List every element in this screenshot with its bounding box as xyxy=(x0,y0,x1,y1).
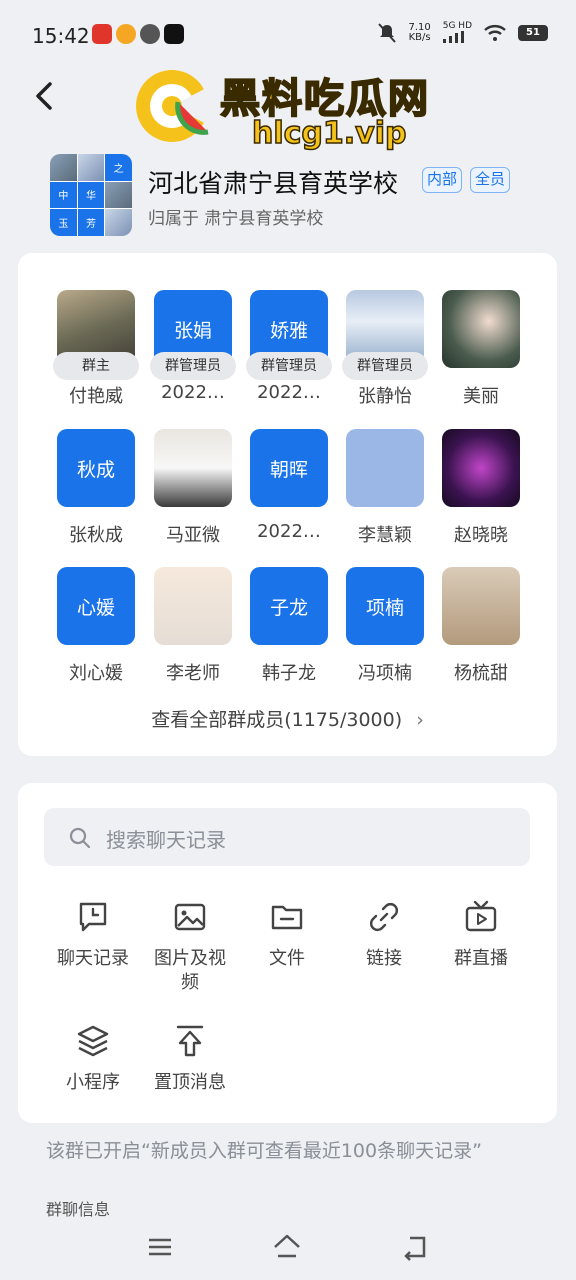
live-tv-icon xyxy=(465,900,497,932)
member-item[interactable]: 美丽 xyxy=(436,290,526,408)
member-role-badge xyxy=(438,629,524,657)
mini-program-icon xyxy=(77,1025,109,1057)
member-name: 2022… xyxy=(257,382,321,403)
member-name: 刘心媛 xyxy=(69,663,123,684)
badge-internal: 内部 xyxy=(422,167,463,193)
group-belong: 归属于 肃宁县育英学校 xyxy=(148,204,323,229)
view-all-members-link[interactable]: 查看全部群成员(1175/3000) › xyxy=(18,705,557,732)
member-name: 韩子龙 xyxy=(262,663,316,684)
member-item[interactable]: 李老师 xyxy=(148,567,238,685)
belong-prefix: 归属于 xyxy=(148,209,199,229)
member-name: 张秋成 xyxy=(69,525,123,546)
member-item[interactable]: 赵晓晓 xyxy=(436,429,526,547)
chevron-right-icon: › xyxy=(416,709,424,731)
member-name: 美丽 xyxy=(463,386,499,407)
member-role-badge xyxy=(53,629,139,657)
menu-icon[interactable] xyxy=(145,1232,175,1262)
tool-images-videos[interactable]: 图片及视频 xyxy=(142,899,238,995)
message-icon xyxy=(140,24,160,44)
member-name: 赵晓晓 xyxy=(454,525,508,546)
signal-icon xyxy=(442,31,464,43)
member-role-badge xyxy=(438,491,524,519)
belong-org: 肃宁县育英学校 xyxy=(204,209,324,229)
member-role-badge: 群主 xyxy=(53,352,139,380)
mute-bell-icon xyxy=(378,22,397,43)
section-title-group-info: 群聊信息 xyxy=(46,1200,111,1219)
weibo-icon xyxy=(116,24,136,44)
status-bar: 15:42 7.10 KB/s 5G HD 51 xyxy=(0,0,576,70)
member-role-badge xyxy=(246,491,332,519)
member-role-badge xyxy=(53,491,139,519)
member-item[interactable]: 秋成 张秋成 xyxy=(51,429,141,547)
back-nav-icon[interactable] xyxy=(400,1232,430,1262)
member-role-badge xyxy=(150,491,236,519)
member-role-badge xyxy=(342,629,428,657)
net-speed-unit: KB/s xyxy=(408,31,431,43)
member-role-badge xyxy=(438,352,524,380)
member-item[interactable]: 群管理员 张静怡 xyxy=(340,290,430,408)
member-name: 李老师 xyxy=(166,663,220,684)
net-speed-value: 7.10 xyxy=(408,21,431,33)
member-name: 2022… xyxy=(257,521,321,542)
member-name: 2022… xyxy=(161,382,225,403)
tool-files[interactable]: 文件 xyxy=(239,899,335,971)
member-role-badge xyxy=(342,491,428,519)
member-item[interactable]: 张娟 群管理员 2022… xyxy=(148,290,238,403)
tiktok-icon xyxy=(164,24,184,44)
network-type: 5G HD xyxy=(442,21,472,31)
tool-pinned-messages[interactable]: 置顶消息 xyxy=(142,1023,238,1095)
wifi-icon xyxy=(484,24,506,41)
tool-group-live[interactable]: 群直播 xyxy=(433,899,529,971)
member-item[interactable]: 李慧颖 xyxy=(340,429,430,547)
member-name: 付艳威 xyxy=(69,386,123,407)
tool-links[interactable]: 链接 xyxy=(336,899,432,971)
member-item[interactable]: 心媛 刘心媛 xyxy=(51,567,141,685)
tool-mini-programs[interactable]: 小程序 xyxy=(45,1023,141,1095)
group-avatar[interactable]: 之 中 华 玉 芳 xyxy=(50,154,132,236)
chat-history-icon xyxy=(79,902,107,932)
link-icon xyxy=(370,903,398,931)
folder-icon xyxy=(271,905,303,930)
search-placeholder: 搜索聊天记录 xyxy=(106,828,226,852)
image-icon xyxy=(174,903,206,931)
netease-music-icon xyxy=(92,24,112,44)
member-item[interactable]: 娇雅 群管理员 2022… xyxy=(244,290,334,403)
member-role-badge xyxy=(246,629,332,657)
member-item[interactable]: 马亚微 xyxy=(148,429,238,547)
member-item[interactable]: 朝晖 2022… xyxy=(244,429,334,542)
group-name: 河北省肃宁县育英学校 xyxy=(148,169,399,198)
member-name: 张静怡 xyxy=(358,386,412,407)
member-name: 马亚微 xyxy=(166,525,220,546)
member-role-badge: 群管理员 xyxy=(342,352,428,380)
member-role-badge: 群管理员 xyxy=(246,352,332,380)
home-icon[interactable] xyxy=(272,1232,302,1262)
search-chat-input[interactable]: 搜索聊天记录 xyxy=(44,808,530,866)
watermark-logo xyxy=(136,70,210,142)
battery-level: 51 xyxy=(518,24,548,41)
status-time: 15:42 xyxy=(32,24,90,48)
member-role-badge: 群管理员 xyxy=(150,352,236,380)
member-item[interactable]: 子龙 韩子龙 xyxy=(244,567,334,685)
system-nav-bar xyxy=(0,1222,576,1272)
pin-top-icon xyxy=(176,1025,204,1057)
members-card: 群主 付艳威 张娟 群管理员 2022… 娇雅 群管理员 2022… 群管理员 张静怡 美丽 秋成 张秋… xyxy=(18,253,557,756)
member-role-badge xyxy=(150,629,236,657)
member-name: 李慧颖 xyxy=(358,525,412,546)
member-name: 冯项楠 xyxy=(358,663,412,684)
member-item[interactable]: 杨梳甜 xyxy=(436,567,526,685)
badge-all-staff: 全员 xyxy=(470,167,511,193)
view-all-label: 查看全部群成员(1175/3000) xyxy=(151,709,403,731)
member-item[interactable]: 项楠 冯项楠 xyxy=(340,567,430,685)
history-notice: 该群已开启“新成员入群可查看最近100条聊天记录” xyxy=(46,1140,482,1162)
tools-card: 搜索聊天记录 聊天记录 图片及视频 文件 链接 群直播 小程序 置顶消息 xyxy=(18,783,557,1123)
member-item[interactable]: 群主 付艳威 xyxy=(51,290,141,408)
member-name: 杨梳甜 xyxy=(454,663,508,684)
watermark-url: hlcg1.vip xyxy=(251,115,407,152)
tool-chat-history[interactable]: 聊天记录 xyxy=(45,899,141,971)
back-arrow-icon[interactable] xyxy=(30,76,60,116)
search-icon xyxy=(69,827,91,849)
